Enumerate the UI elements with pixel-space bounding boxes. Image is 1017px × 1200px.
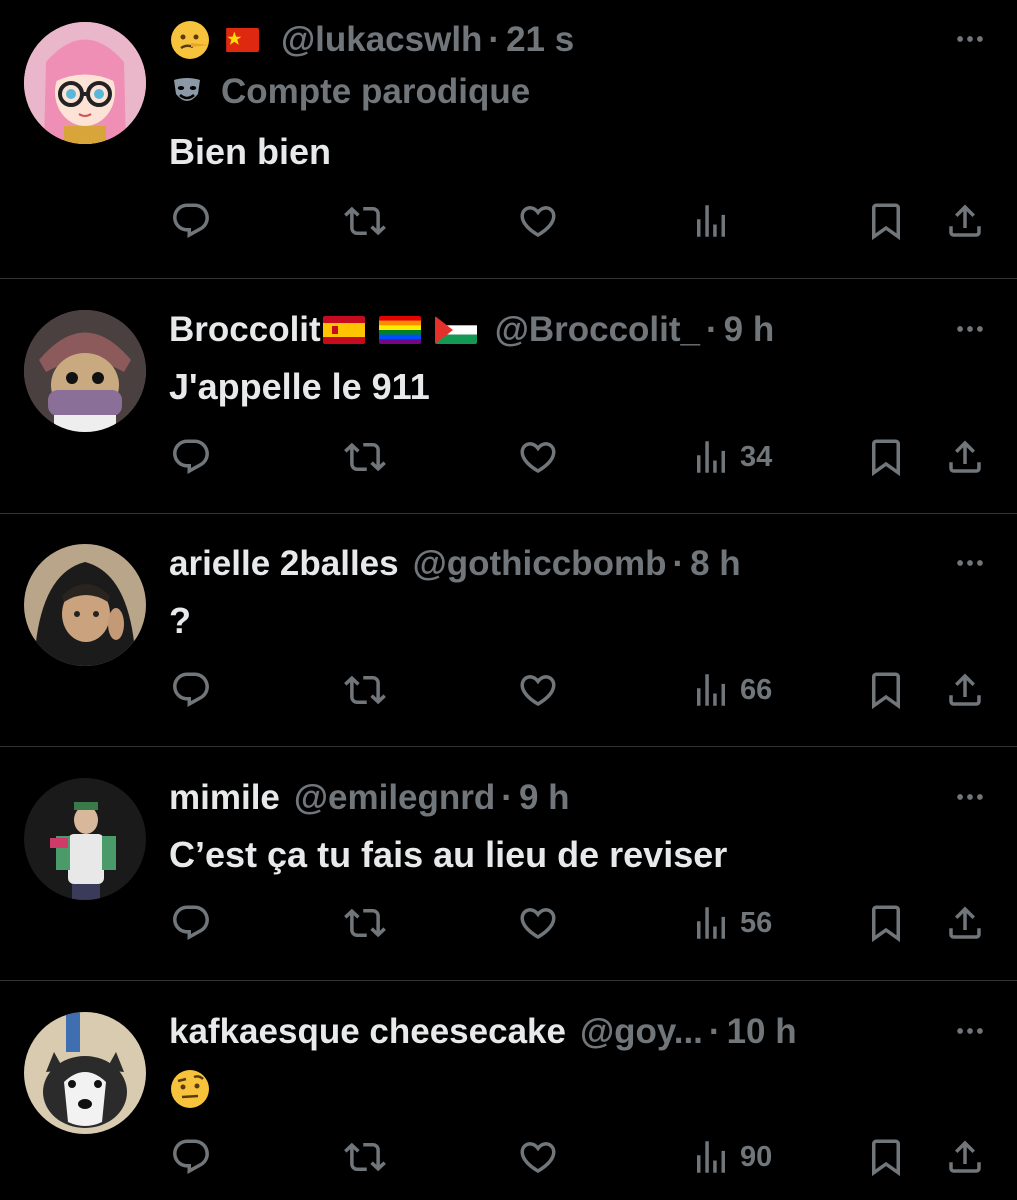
- user-handle[interactable]: @goy...: [580, 1012, 703, 1052]
- action-bar: 90: [0, 1132, 1017, 1182]
- retweet-icon[interactable]: [344, 196, 386, 246]
- tweet-text: C’est ça tu fais au lieu de reviser: [169, 834, 728, 875]
- lying-face-emoji-icon: [169, 19, 211, 61]
- separator-dot: ·: [488, 20, 501, 59]
- action-bar: [0, 196, 1017, 246]
- reply-icon[interactable]: [170, 1132, 212, 1182]
- tweet-text: J'appelle le 911: [169, 366, 430, 407]
- timestamp[interactable]: 9 h: [724, 310, 775, 350]
- timestamp[interactable]: 10 h: [727, 1012, 797, 1052]
- tweet-header: Broccolit @Broccolit_ · 9 h: [169, 308, 774, 352]
- retweet-icon[interactable]: [344, 898, 386, 948]
- spain-flag-icon: [322, 316, 365, 344]
- bookmark-icon[interactable]: [865, 432, 907, 482]
- palestine-flag-icon: [434, 316, 477, 344]
- bookmark-icon[interactable]: [865, 665, 907, 715]
- separator-dot: ·: [672, 544, 685, 583]
- tweet-text: [169, 1066, 211, 1110]
- parody-badge: Compte parodique: [169, 72, 530, 112]
- views-count: 66: [740, 673, 773, 706]
- divider: [0, 278, 1017, 279]
- tweet[interactable]: kafkaesque cheesecake @goy... · 10 h 90: [0, 1010, 1017, 1200]
- bookmark-icon[interactable]: [865, 898, 907, 948]
- views-icon[interactable]: 66: [690, 665, 772, 715]
- action-bar: 66: [0, 665, 1017, 715]
- display-name[interactable]: arielle 2balles: [169, 544, 399, 584]
- views-icon[interactable]: 34: [690, 432, 772, 482]
- display-name[interactable]: kafkaesque cheesecake: [169, 1012, 566, 1052]
- reply-icon[interactable]: [170, 898, 212, 948]
- separator-dot: ·: [708, 1012, 721, 1051]
- bookmark-icon[interactable]: [865, 196, 907, 246]
- divider: [0, 980, 1017, 981]
- timestamp[interactable]: 9 h: [519, 778, 570, 818]
- views-icon[interactable]: 90: [690, 1132, 772, 1182]
- like-icon[interactable]: [517, 1132, 559, 1182]
- tweet[interactable]: arielle 2balles @gothiccbomb · 8 h ? 66: [0, 542, 1017, 746]
- display-name[interactable]: Broccolit: [169, 310, 321, 350]
- views-icon[interactable]: [690, 196, 740, 246]
- divider: [0, 513, 1017, 514]
- display-name[interactable]: mimile: [169, 778, 280, 818]
- avatar[interactable]: [24, 22, 146, 144]
- rainbow-flag-icon: [378, 316, 421, 344]
- avatar[interactable]: [24, 310, 146, 432]
- divider: [0, 746, 1017, 747]
- china-flag-icon: [225, 28, 259, 52]
- share-icon[interactable]: [944, 196, 986, 246]
- more-icon[interactable]: [953, 24, 987, 54]
- timestamp[interactable]: 8 h: [690, 544, 741, 584]
- share-icon[interactable]: [944, 898, 986, 948]
- more-icon[interactable]: [953, 548, 987, 578]
- raised-eyebrow-face-icon: [169, 1068, 211, 1110]
- parody-label: Compte parodique: [221, 72, 531, 111]
- tweet-text: ?: [169, 600, 191, 641]
- tweet-text: Bien bien: [169, 131, 332, 172]
- more-icon[interactable]: [953, 314, 987, 344]
- separator-dot: ·: [706, 310, 718, 349]
- bookmark-icon[interactable]: [865, 1132, 907, 1182]
- tweet-header: kafkaesque cheesecake @goy... · 10 h: [169, 1010, 797, 1054]
- user-handle[interactable]: @emilegnrd: [294, 778, 495, 818]
- like-icon[interactable]: [517, 432, 559, 482]
- more-icon[interactable]: [953, 782, 987, 812]
- views-count: 56: [740, 906, 773, 939]
- theater-mask-icon: [169, 74, 205, 110]
- views-icon[interactable]: 56: [690, 898, 772, 948]
- reply-icon[interactable]: [170, 432, 212, 482]
- reply-icon[interactable]: [170, 665, 212, 715]
- share-icon[interactable]: [944, 1132, 986, 1182]
- avatar[interactable]: [24, 544, 146, 666]
- retweet-icon[interactable]: [344, 665, 386, 715]
- more-icon[interactable]: [953, 1016, 987, 1046]
- reply-icon[interactable]: [170, 196, 212, 246]
- views-count: 90: [740, 1140, 773, 1173]
- separator-dot: ·: [501, 778, 513, 817]
- timestamp[interactable]: 21 s: [506, 20, 574, 60]
- share-icon[interactable]: [944, 665, 986, 715]
- tweet-header: arielle 2balles @gothiccbomb · 8 h: [169, 542, 741, 586]
- avatar[interactable]: [24, 1012, 146, 1134]
- like-icon[interactable]: [517, 196, 559, 246]
- tweet[interactable]: mimile @emilegnrd · 9 h C’est ça tu fais…: [0, 776, 1017, 980]
- action-bar: 56: [0, 898, 1017, 948]
- share-icon[interactable]: [944, 432, 986, 482]
- retweet-icon[interactable]: [344, 1132, 386, 1182]
- user-handle[interactable]: @lukacswlh: [281, 20, 482, 60]
- tweet-header: mimile @emilegnrd · 9 h: [169, 776, 570, 820]
- action-bar: 34: [0, 432, 1017, 482]
- user-handle[interactable]: @gothiccbomb: [413, 544, 667, 584]
- retweet-icon[interactable]: [344, 432, 386, 482]
- like-icon[interactable]: [517, 898, 559, 948]
- avatar[interactable]: [24, 778, 146, 900]
- like-icon[interactable]: [517, 665, 559, 715]
- tweet-header: @lukacswlh · 21 s: [169, 18, 574, 62]
- user-handle[interactable]: @Broccolit_: [495, 310, 700, 350]
- views-count: 34: [740, 440, 773, 473]
- tweet[interactable]: Broccolit @Broccolit_ · 9 h J'appelle le…: [0, 308, 1017, 513]
- tweet[interactable]: @lukacswlh · 21 s Compte parodique Bien …: [0, 18, 1017, 278]
